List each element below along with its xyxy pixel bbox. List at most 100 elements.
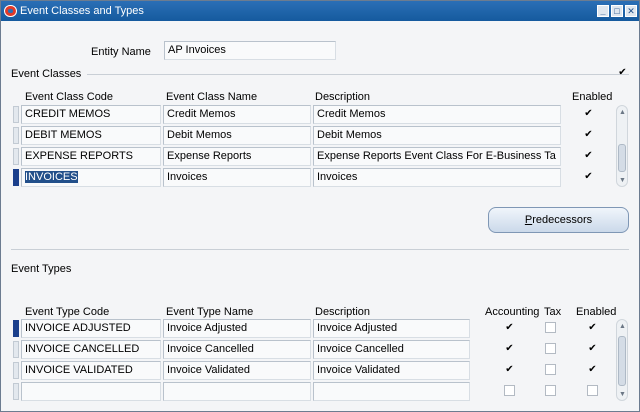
- row-marker[interactable]: [13, 106, 19, 123]
- event-type-enabled-header: Enabled: [576, 306, 617, 318]
- event-type-code-cell[interactable]: INVOICE ADJUSTED: [21, 319, 161, 338]
- row-marker[interactable]: [13, 341, 19, 358]
- event-type-description-cell[interactable]: Invoice Cancelled: [313, 340, 470, 359]
- button-label: redecessors: [532, 214, 593, 226]
- event-classes-window: Event Classes and Types _ □ ✕ Entity Nam…: [0, 0, 640, 412]
- event-type-enabled-checkbox[interactable]: ✔: [587, 343, 598, 354]
- event-class-enabled-checkbox[interactable]: ✔: [583, 129, 594, 140]
- event-class-description-cell[interactable]: Debit Memos: [313, 126, 561, 145]
- maximize-icon[interactable]: □: [611, 5, 623, 17]
- event-types-scrollbar[interactable]: ▲ ▼: [616, 319, 628, 401]
- tax-checkbox[interactable]: [545, 385, 556, 396]
- event-class-code-cell[interactable]: CREDIT MEMOS: [21, 105, 161, 124]
- event-type-name-cell[interactable]: Invoice Validated: [163, 361, 311, 380]
- scroll-up-icon[interactable]: ▲: [618, 108, 627, 117]
- cell-text: Invoice Validated: [317, 364, 400, 376]
- accounting-checkbox[interactable]: [504, 385, 515, 396]
- event-types-section-label: Event Types: [11, 263, 72, 275]
- cell-text: Invoice Cancelled: [167, 343, 254, 355]
- cell-text: Invoice Validated: [167, 364, 250, 376]
- accounting-header: Accounting: [485, 306, 540, 318]
- scroll-down-icon[interactable]: ▼: [618, 176, 627, 185]
- event-class-enabled-header: Enabled: [572, 91, 613, 103]
- event-class-name-cell[interactable]: Credit Memos: [163, 105, 311, 124]
- event-classes-divider: [87, 74, 629, 75]
- event-class-name-cell[interactable]: Debit Memos: [163, 126, 311, 145]
- row-marker[interactable]: [13, 383, 19, 400]
- row-marker[interactable]: [13, 127, 19, 144]
- event-type-enabled-checkbox[interactable]: ✔: [587, 322, 598, 333]
- event-class-description-cell[interactable]: Credit Memos: [313, 105, 561, 124]
- cell-text: DEBIT MEMOS: [25, 129, 102, 141]
- accounting-checkbox[interactable]: ✔: [504, 322, 515, 333]
- event-class-code-cell[interactable]: INVOICES: [21, 168, 161, 187]
- event-type-name-cell[interactable]: Invoice Adjusted: [163, 319, 311, 338]
- event-class-description-cell[interactable]: Expense Reports Event Class For E-Busine…: [313, 147, 561, 166]
- cell-text: INVOICES: [25, 171, 78, 183]
- event-class-name-cell[interactable]: Expense Reports: [163, 147, 311, 166]
- entity-name-label: Entity Name: [91, 46, 151, 58]
- event-type-description-cell[interactable]: [313, 382, 470, 401]
- tax-checkbox[interactable]: [545, 322, 556, 333]
- event-class-name-header: Event Class Name: [166, 91, 258, 103]
- event-type-code-cell[interactable]: INVOICE VALIDATED: [21, 361, 161, 380]
- event-type-description-cell[interactable]: Invoice Adjusted: [313, 319, 470, 338]
- cell-text: Credit Memos: [167, 108, 236, 120]
- cell-text: Invoices: [317, 171, 358, 183]
- tax-header: Tax: [544, 306, 562, 318]
- cell-text: Invoice Cancelled: [317, 343, 404, 355]
- window-title: Event Classes and Types: [20, 5, 144, 17]
- scroll-thumb[interactable]: [618, 144, 626, 172]
- event-type-code-cell[interactable]: [21, 382, 161, 401]
- event-types-divider: [11, 249, 629, 250]
- event-type-enabled-checkbox[interactable]: [587, 385, 598, 396]
- event-type-name-header: Event Type Name: [166, 306, 254, 318]
- row-marker[interactable]: [13, 362, 19, 379]
- scroll-up-icon[interactable]: ▲: [618, 322, 627, 331]
- event-class-enabled-checkbox[interactable]: ✔: [583, 150, 594, 161]
- current-row-marker[interactable]: [13, 320, 19, 337]
- close-icon[interactable]: ✕: [625, 5, 637, 17]
- title-bar[interactable]: Event Classes and Types _ □ ✕: [1, 1, 639, 21]
- event-type-description-header: Description: [315, 306, 371, 318]
- event-type-code-cell[interactable]: INVOICE CANCELLED: [21, 340, 161, 359]
- cell-text: Invoice Adjusted: [167, 322, 248, 334]
- cell-text: Expense Reports Event Class For E-Busine…: [317, 150, 556, 162]
- row-marker[interactable]: [13, 148, 19, 165]
- minimize-icon[interactable]: _: [597, 5, 609, 17]
- entity-name-field[interactable]: AP Invoices: [164, 41, 336, 60]
- event-type-name-cell[interactable]: [163, 382, 311, 401]
- cell-text: Debit Memos: [317, 129, 382, 141]
- scroll-down-icon[interactable]: ▼: [618, 390, 627, 399]
- tax-checkbox[interactable]: [545, 364, 556, 375]
- event-class-code-cell[interactable]: EXPENSE REPORTS: [21, 147, 161, 166]
- entity-name-value: AP Invoices: [168, 44, 226, 56]
- event-class-enabled-checkbox[interactable]: ✔: [583, 108, 594, 119]
- event-type-name-cell[interactable]: Invoice Cancelled: [163, 340, 311, 359]
- event-classes-section-label: Event Classes: [11, 68, 82, 80]
- event-class-description-cell[interactable]: Invoices: [313, 168, 561, 187]
- event-type-enabled-checkbox[interactable]: ✔: [587, 364, 598, 375]
- event-class-code-cell[interactable]: DEBIT MEMOS: [21, 126, 161, 145]
- cell-text: INVOICE VALIDATED: [25, 364, 133, 376]
- cell-text: Invoices: [167, 171, 208, 183]
- cell-text: INVOICE ADJUSTED: [25, 322, 131, 334]
- predecessors-button[interactable]: Predecessors: [488, 207, 629, 233]
- event-class-description-header: Description: [315, 91, 371, 103]
- event-type-description-cell[interactable]: Invoice Validated: [313, 361, 470, 380]
- cell-text: INVOICE CANCELLED: [25, 343, 140, 355]
- scroll-thumb[interactable]: [618, 336, 626, 386]
- cell-text: EXPENSE REPORTS: [25, 150, 133, 162]
- event-classes-scrollbar[interactable]: ▲ ▼: [616, 105, 628, 187]
- accounting-checkbox[interactable]: ✔: [504, 364, 515, 375]
- event-class-code-header: Event Class Code: [25, 91, 114, 103]
- current-row-marker[interactable]: [13, 169, 19, 186]
- section-toggle-checkbox[interactable]: ✔: [617, 67, 628, 78]
- oracle-app-icon: [4, 5, 17, 17]
- event-class-enabled-checkbox[interactable]: ✔: [583, 171, 594, 182]
- accounting-checkbox[interactable]: ✔: [504, 343, 515, 354]
- cell-text: Expense Reports: [167, 150, 252, 162]
- event-class-name-cell[interactable]: Invoices: [163, 168, 311, 187]
- event-type-code-header: Event Type Code: [25, 306, 110, 318]
- tax-checkbox[interactable]: [545, 343, 556, 354]
